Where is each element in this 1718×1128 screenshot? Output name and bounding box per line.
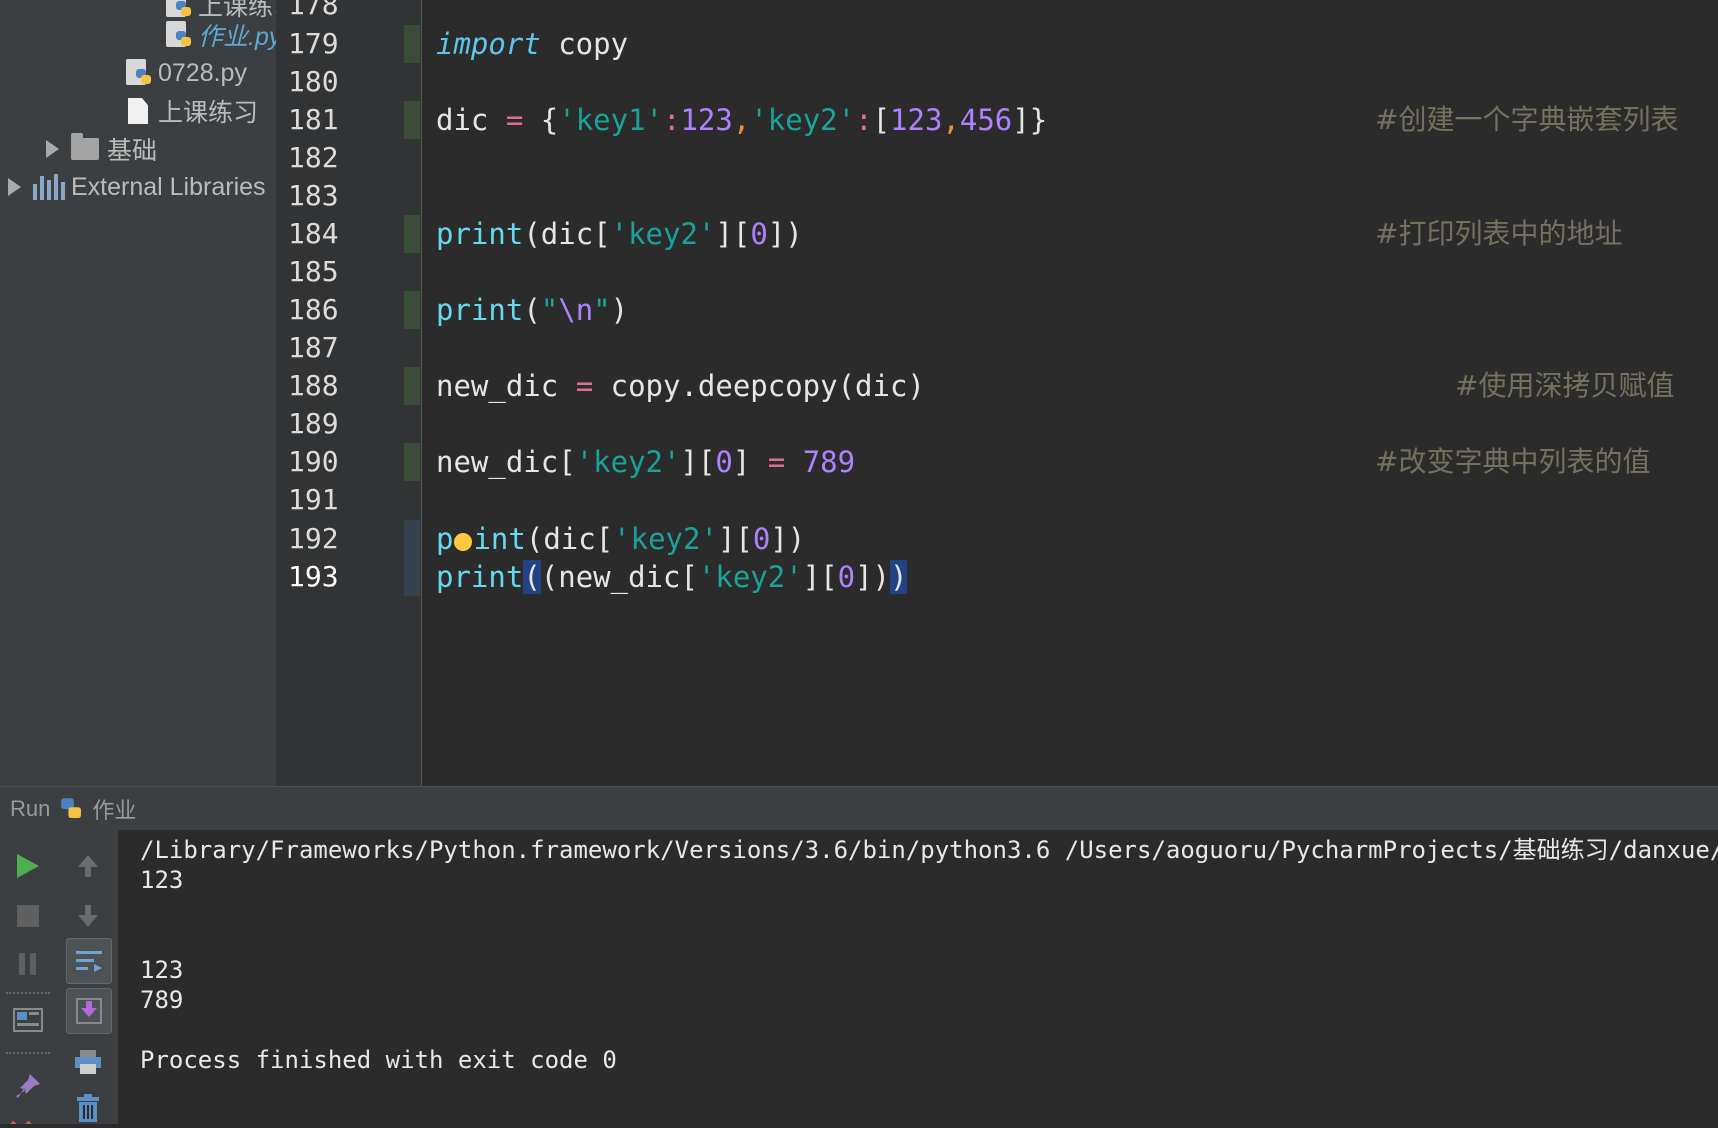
code-line-184[interactable]: print(dic['key2'][0]) xyxy=(436,215,803,253)
console-command-line: /Library/Frameworks/Python.framework/Ver… xyxy=(140,836,1718,864)
code-comment: #使用深拷贝赋值 xyxy=(1455,369,1675,402)
tree-item-zuoye-py[interactable]: 作业.py xyxy=(166,16,276,54)
expand-arrow-icon[interactable] xyxy=(8,178,21,196)
code-line-193[interactable]: print((new_dic['key2'][0])) xyxy=(436,558,908,596)
soft-wrap-toggle[interactable] xyxy=(66,938,112,984)
run-toolbar xyxy=(0,830,118,1124)
change-marker xyxy=(404,520,420,558)
arrow-up-icon xyxy=(78,855,98,877)
change-marker xyxy=(404,25,420,63)
run-panel-header: Run 作业 xyxy=(0,786,1718,831)
folder-icon xyxy=(71,133,99,160)
line-number: 187 xyxy=(288,331,339,364)
pause-icon xyxy=(19,953,36,975)
change-marker xyxy=(404,291,420,329)
run-console-output[interactable]: /Library/Frameworks/Python.framework/Ver… xyxy=(118,830,1718,1124)
layout-icon xyxy=(13,1008,43,1032)
close-icon[interactable] xyxy=(6,1112,36,1124)
matched-brace: ( xyxy=(523,560,541,594)
code-line-186[interactable]: print("\n") xyxy=(436,291,628,329)
text-file-icon xyxy=(128,98,148,124)
line-number: 178 xyxy=(288,0,339,21)
tree-item-0728-py[interactable]: 0728.py xyxy=(126,54,247,92)
code-comment: #打印列表中的地址 xyxy=(1375,217,1623,250)
play-icon xyxy=(17,854,39,878)
toolbar-separator xyxy=(6,992,50,994)
line-number: 191 xyxy=(288,483,339,516)
change-marker xyxy=(404,558,420,596)
scroll-down-button[interactable] xyxy=(68,896,108,936)
code-line-190[interactable]: new_dic['key2'][0] = 789 xyxy=(436,443,855,481)
run-config-name[interactable]: 作业 xyxy=(92,793,136,825)
tree-item-label: 作业.py xyxy=(198,23,276,51)
line-number: 182 xyxy=(288,141,339,174)
line-number: 188 xyxy=(288,369,339,402)
soft-wrap-icon xyxy=(76,951,102,972)
stop-icon xyxy=(17,905,39,927)
toolbar-separator xyxy=(6,1052,50,1054)
matched-brace: ) xyxy=(890,560,908,594)
pin-tab-button[interactable] xyxy=(8,1066,48,1106)
code-line-192[interactable]: p int(dic['key2'][0]) xyxy=(436,520,805,558)
trash-icon xyxy=(77,1094,99,1122)
rerun-button[interactable] xyxy=(8,846,48,886)
change-marker xyxy=(404,443,420,481)
scroll-to-end-toggle[interactable] xyxy=(66,988,112,1034)
expand-arrow-icon[interactable] xyxy=(46,140,59,158)
tree-item-label: External Libraries xyxy=(71,172,266,201)
line-number: 185 xyxy=(288,255,339,288)
stop-button[interactable] xyxy=(8,896,48,936)
editor-gutter: 178 179 180 181 182 183 184 185 186 187 … xyxy=(276,0,422,786)
console-output-line: 789 xyxy=(140,986,184,1014)
scroll-up-button[interactable] xyxy=(68,846,108,886)
python-file-icon xyxy=(166,21,194,49)
code-line-181[interactable]: dic = {'key1':123,'key2':[123,456]} xyxy=(436,101,1047,139)
tree-item-external-libraries[interactable]: External Libraries xyxy=(8,168,266,206)
code-editor[interactable]: import copy dic = {'key1':123,'key2':[12… xyxy=(422,0,1718,786)
tree-item-label: 上课练习 xyxy=(158,99,259,127)
intention-bulb-icon[interactable] xyxy=(454,533,473,551)
restore-layout-button[interactable] xyxy=(8,1000,48,1040)
run-title: Run xyxy=(10,796,51,821)
line-number: 186 xyxy=(288,293,339,326)
tree-item-jichu-folder[interactable]: 基础 xyxy=(46,130,157,168)
line-number: 184 xyxy=(288,217,339,250)
line-number: 181 xyxy=(288,103,339,136)
project-tree: 上课练习 作业.py 0728.py 上课练习 基础 External Libr… xyxy=(0,0,276,786)
code-line-188[interactable]: new_dic = copy.deepcopy(dic) xyxy=(436,367,925,405)
tree-item-label: 基础 xyxy=(107,137,158,165)
change-marker xyxy=(404,101,420,139)
line-number: 192 xyxy=(288,522,339,555)
console-exit-message: Process finished with exit code 0 xyxy=(140,1046,617,1074)
print-button[interactable] xyxy=(68,1042,108,1082)
line-number: 189 xyxy=(288,407,339,440)
line-number: 190 xyxy=(288,445,339,478)
line-number: 183 xyxy=(288,179,339,212)
change-marker xyxy=(404,215,420,253)
code-comment: #创建一个字典嵌套列表 xyxy=(1375,103,1679,136)
pause-button[interactable] xyxy=(8,944,48,984)
library-icon xyxy=(33,174,65,200)
console-output-line: 123 xyxy=(140,866,184,894)
code-comment: #改变字典中列表的值 xyxy=(1375,445,1651,478)
code-line-179[interactable]: import copy xyxy=(436,25,628,63)
arrow-down-icon xyxy=(78,905,98,927)
console-output-line: 123 xyxy=(140,956,184,984)
scroll-to-end-icon xyxy=(76,998,102,1024)
python-icon xyxy=(60,796,85,821)
line-number-current: 193 xyxy=(288,560,339,593)
change-marker xyxy=(404,367,420,405)
python-file-icon xyxy=(126,59,154,87)
pin-icon xyxy=(16,1074,40,1098)
clear-all-button[interactable] xyxy=(68,1088,108,1128)
print-icon xyxy=(75,1050,101,1074)
line-number: 179 xyxy=(288,27,339,60)
tree-item-label: 0728.py xyxy=(158,58,247,87)
line-number: 180 xyxy=(288,65,339,98)
tree-item-shangke-file[interactable]: 上课练习 xyxy=(128,92,258,130)
